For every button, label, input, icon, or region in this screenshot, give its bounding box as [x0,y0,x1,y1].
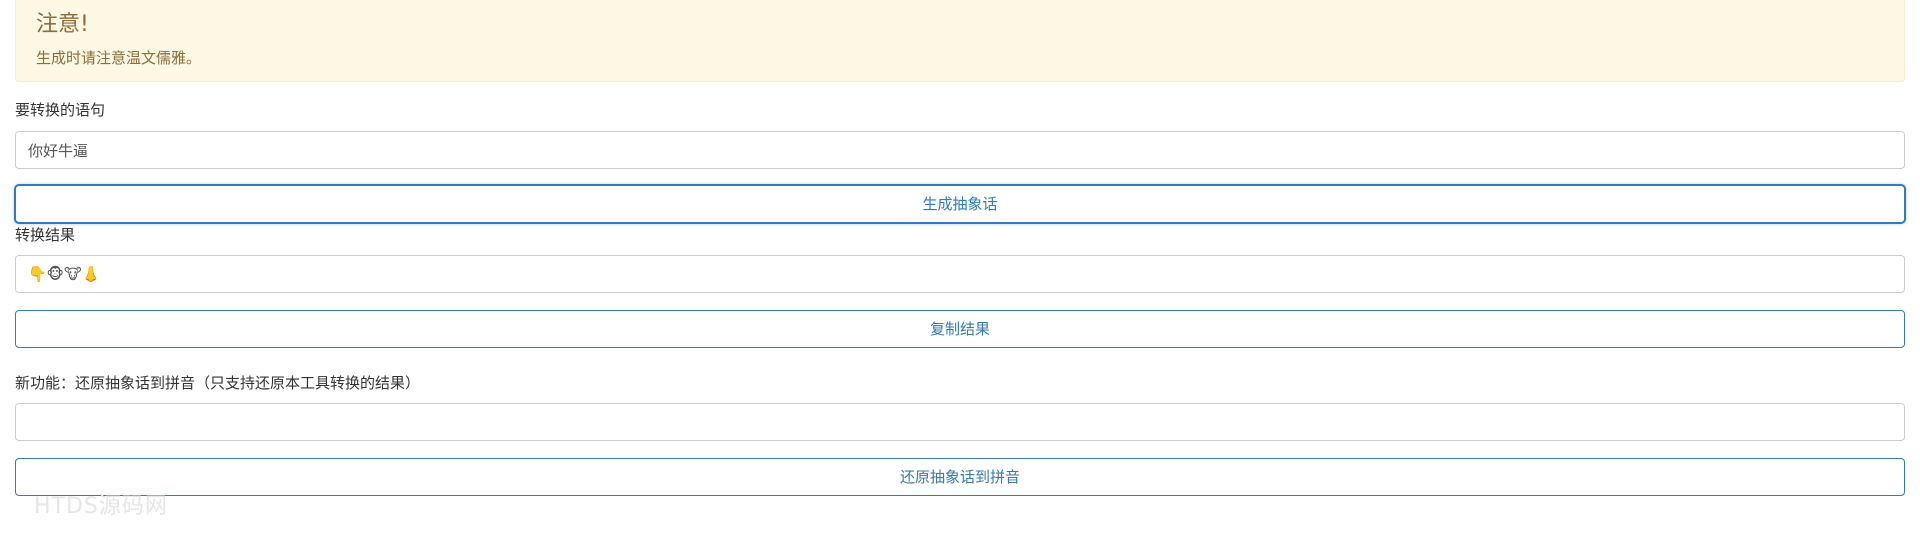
watermark: HTDS源码网 [34,494,168,519]
result-label: 转换结果 [15,226,76,244]
warning-alert: 注意! 生成时请注意温文儒雅。 [15,0,1905,82]
result-output[interactable] [15,255,1905,293]
restore-input[interactable] [15,403,1905,441]
restore-pinyin-button[interactable]: 还原抽象话到拼音 [15,458,1905,496]
source-text-label: 要转换的语句 [15,101,106,119]
restore-label: 新功能：还原抽象话到拼音（只支持还原本工具转换的结果） [15,374,421,392]
alert-title: 注意! [36,12,89,37]
generate-button[interactable]: 生成抽象话 [15,185,1905,223]
alert-message: 生成时请注意温文儒雅。 [36,49,202,67]
main-container: 注意! 生成时请注意温文儒雅。 要转换的语句 生成抽象话 转换结果 复制结果 新… [15,0,1905,496]
source-text-input[interactable] [15,131,1905,169]
copy-result-button[interactable]: 复制结果 [15,310,1905,348]
